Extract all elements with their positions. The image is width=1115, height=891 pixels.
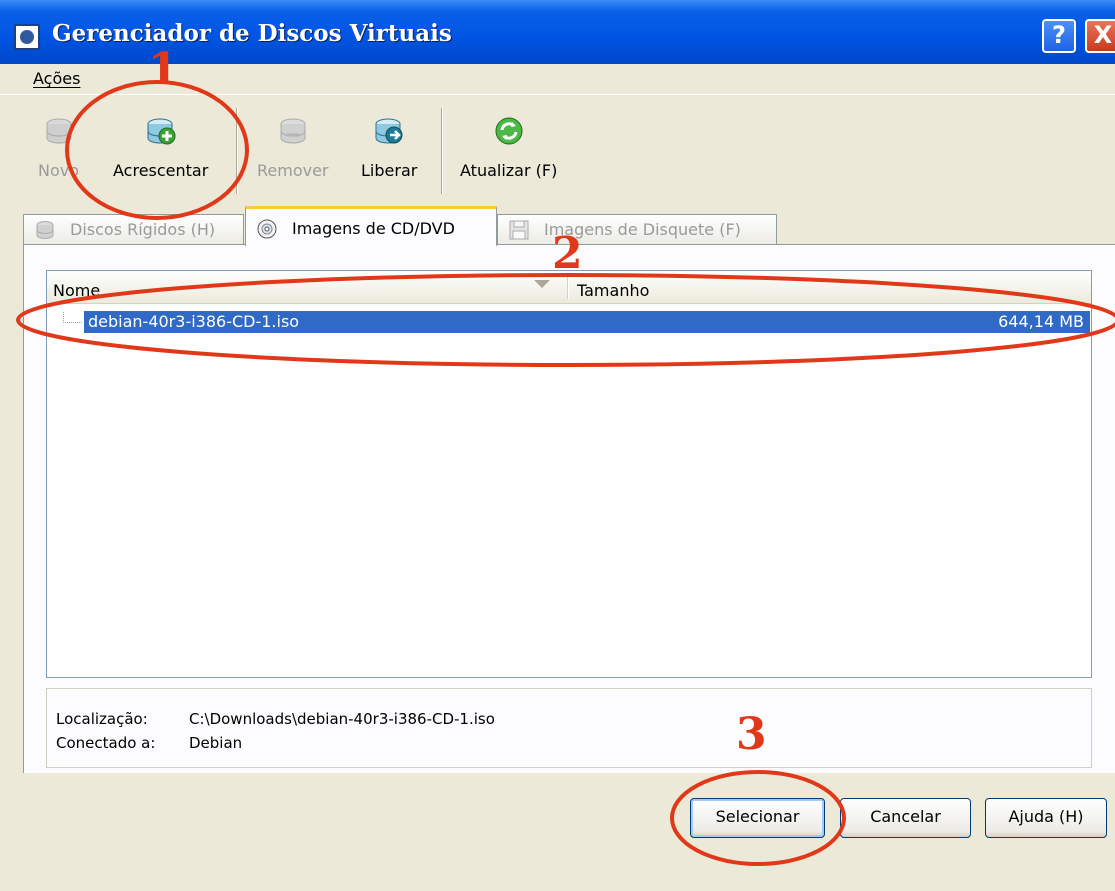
cd-icon	[257, 219, 277, 239]
remove-button-label: Remover	[257, 161, 329, 180]
window-title: Gerenciador de Discos Virtuais	[52, 20, 452, 47]
column-divider[interactable]	[567, 277, 569, 299]
sort-arrow-icon	[534, 280, 550, 288]
floppy-icon	[509, 220, 529, 240]
remove-disk-icon	[280, 118, 306, 144]
column-size-header[interactable]: Tamanho	[577, 281, 649, 300]
row-size: 644,14 MB	[998, 312, 1084, 331]
tab-hard-disks[interactable]: Discos Rígidos (H)	[23, 214, 244, 244]
refresh-button[interactable]: Atualizar (F)	[460, 115, 557, 180]
new-disk-icon	[46, 118, 71, 144]
help-button[interactable]: Ajuda (H)	[985, 798, 1107, 838]
tab-hard-disks-label: Discos Rígidos (H)	[70, 220, 216, 239]
tab-cd-dvd-images[interactable]: Imagens de CD/DVD	[245, 206, 497, 246]
attached-to-value: Debian	[189, 734, 243, 752]
release-button-label: Liberar	[361, 161, 418, 180]
refresh-icon	[495, 117, 523, 145]
release-disk-icon	[375, 118, 403, 144]
virtual-disk-manager-window: Gerenciador de Discos Virtuais ? X Ações…	[0, 0, 1115, 891]
tab-cd-dvd-images-label: Imagens de CD/DVD	[292, 219, 455, 238]
new-button[interactable]: Novo	[38, 115, 79, 180]
menu-acoes[interactable]: Ações	[33, 69, 80, 88]
details-box: Localização: C:\Downloads\debian-40r3-i3…	[46, 688, 1092, 768]
add-button-label: Acrescentar	[113, 161, 209, 180]
media-list[interactable]: Nome Tamanho debian-40r3-i386-CD-1.iso 6…	[46, 270, 1092, 678]
tree-line	[63, 312, 82, 323]
add-button[interactable]: Acrescentar	[113, 115, 208, 180]
location-label: Localização:	[56, 710, 148, 728]
location-value: C:\Downloads\debian-40r3-i386-CD-1.iso	[189, 710, 495, 728]
cancel-button[interactable]: Cancelar	[840, 798, 971, 838]
table-row[interactable]: debian-40r3-i386-CD-1.iso 644,14 MB	[84, 311, 1090, 333]
toolbar-separator	[441, 108, 443, 194]
help-title-button[interactable]: ?	[1042, 19, 1076, 53]
column-name-header[interactable]: Nome	[53, 281, 100, 300]
annotation-label-2: 2	[552, 228, 583, 279]
attached-to-label: Conectado a:	[56, 734, 156, 752]
release-button[interactable]: Liberar	[361, 115, 417, 180]
add-disk-icon	[147, 118, 176, 145]
select-button[interactable]: Selecionar	[690, 798, 825, 838]
window-app-icon[interactable]	[14, 24, 40, 50]
row-name: debian-40r3-i386-CD-1.iso	[88, 312, 300, 331]
tab-floppy-images[interactable]: Imagens de Disquete (F)	[497, 214, 777, 244]
close-button[interactable]: X	[1085, 19, 1115, 53]
annotation-label-1: 1	[148, 44, 179, 95]
new-button-label: Novo	[38, 161, 80, 180]
annotation-label-3: 3	[736, 709, 767, 760]
toolbar-separator	[236, 108, 238, 194]
remove-button[interactable]: Remover	[257, 115, 329, 180]
hard-disk-icon	[36, 221, 54, 240]
refresh-button-label: Atualizar (F)	[460, 161, 558, 180]
